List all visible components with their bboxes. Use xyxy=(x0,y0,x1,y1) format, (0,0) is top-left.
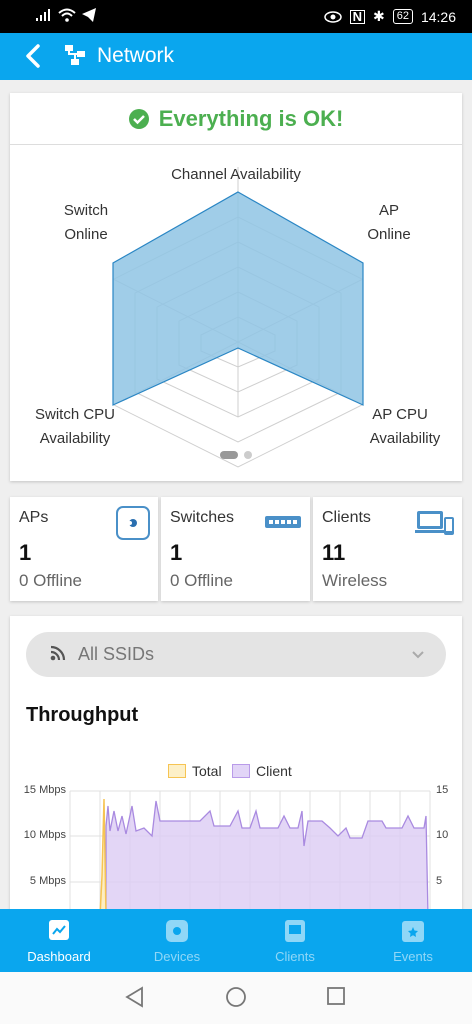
status-bar: N ✱ 62 14:26 xyxy=(0,0,472,33)
aps-label: APs xyxy=(19,509,49,526)
pager-dot-active xyxy=(220,451,238,459)
page-title: Network xyxy=(97,44,175,67)
switch-icon xyxy=(265,516,301,528)
system-back-icon[interactable] xyxy=(124,986,146,1008)
system-navigation-bar xyxy=(0,972,472,1024)
clients-label: Clients xyxy=(322,509,371,526)
radar-label-ap-cpu-1: AP CPU xyxy=(372,406,428,423)
radar-label-ap-online-1: AP xyxy=(378,202,399,219)
pager-dot xyxy=(244,451,252,459)
total-series-line xyxy=(99,798,107,916)
radar-label-ap-cpu-2: Availability xyxy=(369,430,441,447)
app-bar: Network xyxy=(0,33,472,80)
bottom-navigation: Dashboard Devices Clients Events xyxy=(0,909,472,972)
wifi-icon xyxy=(58,8,76,22)
radar-label-switch-online-2: Online xyxy=(64,226,108,243)
throughput-chart xyxy=(69,790,431,916)
tab-clients[interactable]: Clients xyxy=(236,909,354,972)
devices-icon xyxy=(166,920,188,942)
bluetooth-icon: ✱ xyxy=(372,8,385,24)
throughput-card: All SSIDs Throughput Total Client 15 Mbp… xyxy=(10,616,462,916)
network-health-card: Everything is OK! Channel Availability S… xyxy=(10,93,462,481)
aps-stat-card[interactable]: APs 1 0 Offline xyxy=(10,497,158,601)
aps-offline: 0 Offline xyxy=(19,571,83,590)
tab-devices[interactable]: Devices xyxy=(118,909,236,972)
battery-indicator: 62 xyxy=(392,9,413,24)
clients-wireless: Wireless xyxy=(322,571,388,590)
tab-dashboard[interactable]: Dashboard xyxy=(0,909,118,972)
radar-label-switch-online-1: Switch xyxy=(63,202,109,219)
system-home-icon[interactable] xyxy=(225,986,247,1008)
tab-events-label: Events xyxy=(393,949,433,964)
telegram-icon xyxy=(82,8,96,22)
tab-clients-label: Clients xyxy=(275,949,315,964)
dashboard-icon xyxy=(49,920,69,940)
system-recents-icon[interactable] xyxy=(326,986,346,1006)
radar-label-channel: Channel Availability xyxy=(171,166,301,183)
tab-events[interactable]: Events xyxy=(354,909,472,972)
switches-offline: 0 Offline xyxy=(170,571,234,590)
switches-count: 1 xyxy=(170,540,183,565)
clients-count: 11 xyxy=(322,540,346,565)
clients-icon xyxy=(285,920,305,942)
switches-label: Switches xyxy=(170,509,235,526)
tab-dashboard-label: Dashboard xyxy=(27,949,91,964)
eye-icon xyxy=(323,10,342,23)
switches-stat-card[interactable]: Switches 1 0 Offline xyxy=(161,497,310,601)
client-devices-icon xyxy=(415,511,454,535)
network-topology-icon xyxy=(65,45,85,65)
clock: 14:26 xyxy=(420,8,456,25)
radar-label-ap-online-2: Online xyxy=(367,226,411,243)
radar-label-switch-cpu-1: Switch CPU xyxy=(34,406,116,423)
clients-stat-card[interactable]: Clients 11 Wireless xyxy=(313,497,462,601)
tab-devices-label: Devices xyxy=(153,949,201,964)
aps-count: 1 xyxy=(19,540,32,565)
nfc-icon: N xyxy=(349,9,365,24)
signal-icon xyxy=(36,9,50,21)
access-point-icon xyxy=(116,506,150,540)
client-series-area xyxy=(105,800,429,916)
events-icon xyxy=(402,921,424,942)
radar-label-switch-cpu-2: Availability xyxy=(39,430,111,447)
back-arrow-icon[interactable] xyxy=(22,40,46,72)
